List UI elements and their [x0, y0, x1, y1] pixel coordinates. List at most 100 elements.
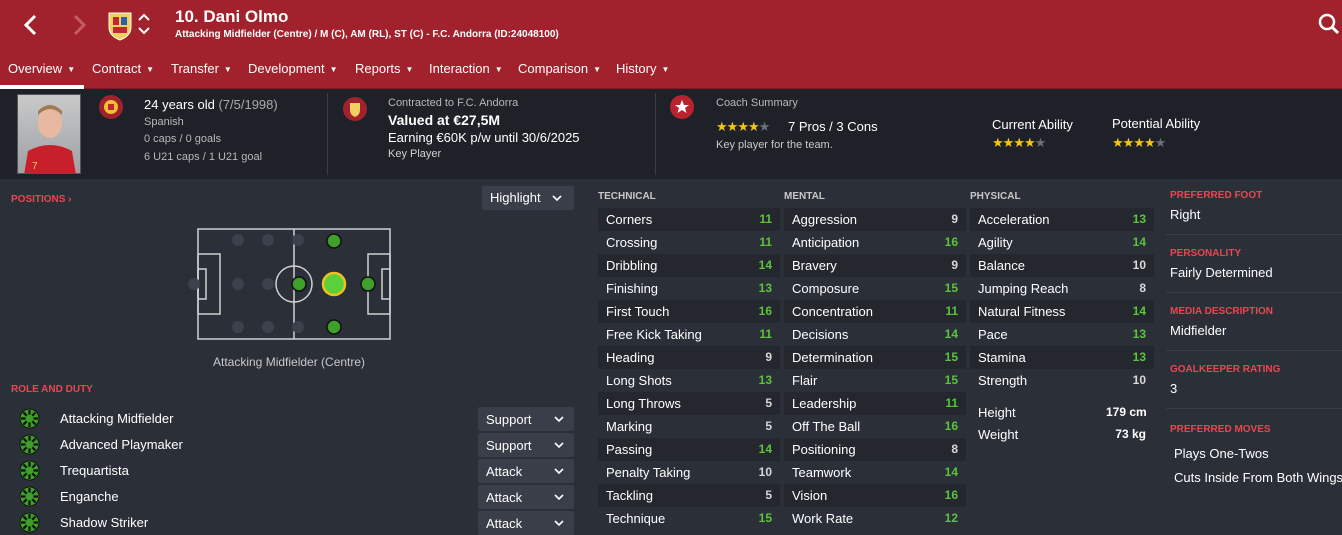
role-row[interactable]: Enganche Attack — [10, 485, 574, 509]
mental-attribute-row[interactable]: Anticipation 16 — [784, 231, 966, 254]
physical-attribute-row[interactable]: Balance 10 — [970, 254, 1154, 277]
up-down-chevron-icon[interactable] — [136, 10, 152, 38]
attribute-name: Leadership — [792, 396, 857, 411]
technical-attribute-row[interactable]: Passing 14 — [598, 438, 780, 461]
technical-attribute-row[interactable]: Dribbling 14 — [598, 254, 780, 277]
player-positions-club: Attacking Midfielder (Centre) / M (C), A… — [175, 29, 559, 40]
mental-attribute-row[interactable]: Off The Ball 16 — [784, 415, 966, 438]
attribute-name: Free Kick Taking — [606, 327, 702, 342]
duty-dropdown[interactable]: Support — [478, 433, 574, 457]
attribute-name: Determination — [792, 350, 873, 365]
mental-attribute-row[interactable]: Determination 15 — [784, 346, 966, 369]
tab-reports[interactable]: Reports ▼ — [355, 61, 413, 76]
mental-attribute-row[interactable]: Positioning 8 — [784, 438, 966, 461]
tab-comparison[interactable]: Comparison ▼ — [518, 61, 601, 76]
attribute-value: 11 — [759, 327, 772, 341]
attribute-value: 15 — [944, 350, 958, 364]
technical-attribute-row[interactable]: Corners 11 — [598, 208, 780, 231]
tab-transfer[interactable]: Transfer ▼ — [171, 61, 232, 76]
technical-attribute-row[interactable]: Crossing 11 — [598, 231, 780, 254]
attribute-value: 9 — [951, 212, 958, 226]
mental-attribute-row[interactable]: Composure 15 — [784, 277, 966, 300]
role-row[interactable]: Shadow Striker Attack — [10, 511, 574, 535]
tab-interaction[interactable]: Interaction ▼ — [429, 61, 503, 76]
attribute-value: 14 — [944, 465, 958, 479]
role-row[interactable]: Attacking Midfielder Support — [10, 407, 574, 431]
weight-value: 73 kg — [1115, 427, 1146, 441]
attribute-name: Passing — [606, 442, 653, 457]
player-photo: 7 — [17, 94, 81, 174]
duty-dropdown[interactable]: Support — [478, 407, 574, 431]
attribute-value: 13 — [1132, 327, 1146, 341]
role-row[interactable]: Trequartista Attack — [10, 459, 574, 483]
technical-attribute-row[interactable]: Finishing 13 — [598, 277, 780, 300]
attribute-value: 14 — [758, 258, 772, 272]
preferred-move: Cuts Inside From Both Wings — [1174, 470, 1342, 485]
role-name: Shadow Striker — [60, 515, 149, 530]
role-name: Enganche — [60, 489, 119, 504]
attribute-value: 16 — [944, 235, 958, 249]
mental-title: MENTAL — [784, 191, 825, 202]
technical-attribute-row[interactable]: Tackling 5 — [598, 484, 780, 507]
technical-attribute-row[interactable]: Heading 9 — [598, 346, 780, 369]
personality-label: PERSONALITY — [1170, 248, 1242, 259]
attribute-name: Tackling — [606, 488, 653, 503]
potential-ability-stars: ★★★★★ — [1112, 135, 1166, 150]
divider — [655, 93, 656, 175]
tab-history[interactable]: History ▼ — [616, 61, 669, 76]
mental-attribute-row[interactable]: Flair 15 — [784, 369, 966, 392]
physical-attribute-row[interactable]: Acceleration 13 — [970, 208, 1154, 231]
player-wage: Earning €60K p/w until 30/6/2025 — [388, 130, 580, 145]
highlight-dropdown[interactable]: Highlight — [482, 186, 574, 210]
technical-attribute-row[interactable]: Penalty Taking 10 — [598, 461, 780, 484]
chevron-down-icon — [552, 195, 562, 202]
mental-attribute-row[interactable]: Leadership 11 — [784, 392, 966, 415]
mental-attribute-row[interactable]: Teamwork 14 — [784, 461, 966, 484]
coach-note: Key player for the team. — [716, 139, 833, 151]
technical-attribute-row[interactable]: Long Shots 13 — [598, 369, 780, 392]
attribute-name: Technique — [606, 511, 666, 526]
tab-overview[interactable]: Overview ▼ — [8, 61, 75, 76]
technical-attribute-row[interactable]: Free Kick Taking 11 — [598, 323, 780, 346]
role-row[interactable]: Advanced Playmaker Support — [10, 433, 574, 457]
forward-arrow-icon[interactable] — [64, 8, 94, 42]
pros-cons[interactable]: 7 Pros / 3 Cons — [788, 119, 878, 134]
duty-dropdown[interactable]: Attack — [478, 511, 574, 535]
chevron-down-icon: ▼ — [67, 65, 76, 74]
attribute-value: 13 — [758, 373, 772, 387]
physical-attribute-row[interactable]: Strength 10 — [970, 369, 1154, 392]
physical-attribute-row[interactable]: Pace 13 — [970, 323, 1154, 346]
mental-attribute-row[interactable]: Aggression 9 — [784, 208, 966, 231]
attribute-value: 14 — [944, 327, 958, 341]
attribute-name: Strength — [978, 373, 1028, 388]
attribute-name: Balance — [978, 258, 1025, 273]
attribute-name: Work Rate — [792, 511, 854, 526]
physical-attribute-row[interactable]: Jumping Reach 8 — [970, 277, 1154, 300]
attribute-value: 11 — [759, 212, 772, 226]
mental-attribute-row[interactable]: Work Rate 12 — [784, 507, 966, 530]
technical-attribute-row[interactable]: First Touch 16 — [598, 300, 780, 323]
attribute-name: Composure — [792, 281, 860, 296]
attribute-value: 14 — [1132, 304, 1146, 318]
mental-attribute-row[interactable]: Vision 16 — [784, 484, 966, 507]
back-arrow-icon[interactable] — [16, 8, 46, 42]
attribute-value: 16 — [944, 488, 958, 502]
attribute-name: Off The Ball — [792, 419, 861, 434]
search-icon[interactable] — [1316, 10, 1342, 38]
tab-contract[interactable]: Contract ▼ — [92, 61, 154, 76]
mental-attribute-row[interactable]: Concentration 11 — [784, 300, 966, 323]
physical-attribute-row[interactable]: Agility 14 — [970, 231, 1154, 254]
mental-attribute-row[interactable]: Bravery 9 — [784, 254, 966, 277]
physical-attribute-row[interactable]: Stamina 13 — [970, 346, 1154, 369]
positions-label[interactable]: POSITIONS › — [11, 194, 72, 205]
attribute-name: Bravery — [792, 258, 837, 273]
duty-dropdown[interactable]: Attack — [478, 485, 574, 509]
duty-dropdown[interactable]: Attack — [478, 459, 574, 483]
technical-attribute-row[interactable]: Long Throws 5 — [598, 392, 780, 415]
technical-attribute-row[interactable]: Technique 15 — [598, 507, 780, 530]
tab-development[interactable]: Development ▼ — [248, 61, 338, 76]
technical-attribute-row[interactable]: Marking 5 — [598, 415, 780, 438]
mental-attribute-row[interactable]: Decisions 14 — [784, 323, 966, 346]
physical-attribute-row[interactable]: Natural Fitness 14 — [970, 300, 1154, 323]
potential-ability-label: Potential Ability — [1112, 116, 1201, 131]
